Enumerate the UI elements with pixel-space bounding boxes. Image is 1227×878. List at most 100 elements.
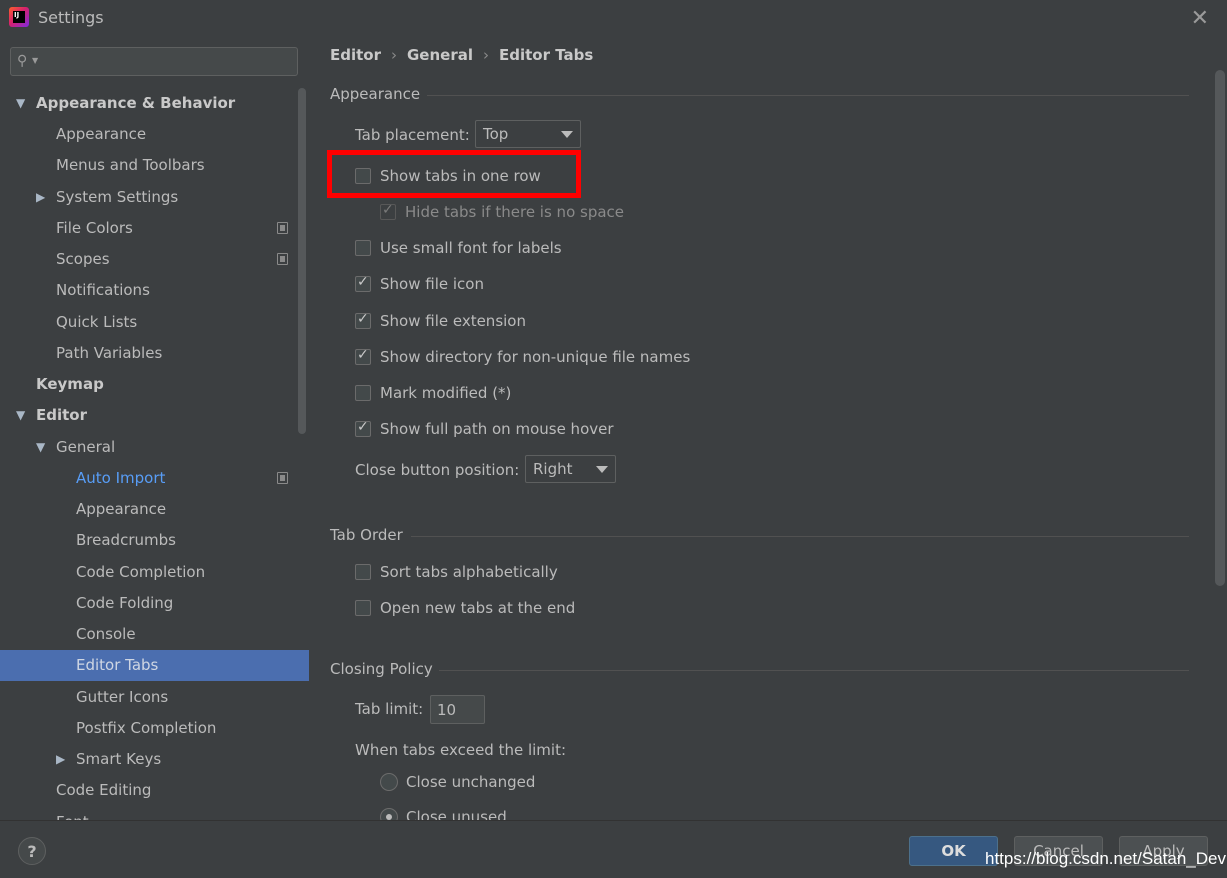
section-divider	[411, 536, 1189, 537]
sidebar-item-smart-keys[interactable]: ▶ Smart Keys	[0, 744, 300, 775]
title-bar: IJ Settings ✕	[0, 0, 1227, 36]
show-full-path-checkbox[interactable]	[355, 419, 371, 437]
open-at-end-label[interactable]: Open new tabs at the end	[380, 599, 575, 617]
close-unchanged-radio[interactable]	[380, 773, 398, 791]
expanded-arrow-icon[interactable]: ▼	[36, 432, 50, 463]
tab-placement-value: Top	[483, 125, 509, 143]
breadcrumb-general[interactable]: General	[407, 46, 473, 64]
mark-modified-checkbox[interactable]	[355, 385, 371, 401]
breadcrumb: Editor › General › Editor Tabs	[330, 46, 593, 64]
sidebar-item-breadcrumbs[interactable]: Breadcrumbs	[0, 525, 300, 556]
hide-tabs-no-space-checkbox[interactable]	[380, 202, 396, 220]
sidebar-item-label: Quick Lists	[56, 313, 138, 331]
breadcrumb-editor-tabs: Editor Tabs	[499, 46, 594, 64]
show-directory-label[interactable]: Show directory for non-unique file names	[380, 348, 690, 366]
hide-tabs-no-space-label[interactable]: Hide tabs if there is no space	[405, 203, 624, 221]
sidebar-item-general[interactable]: ▼ General	[0, 432, 300, 463]
sort-alphabetically-checkbox[interactable]	[355, 564, 371, 580]
show-directory-checkbox[interactable]	[355, 347, 371, 365]
sidebar-item-gutter-icons[interactable]: Gutter Icons	[0, 682, 300, 713]
search-input[interactable]	[43, 51, 293, 72]
sidebar-item-label: Editor	[36, 406, 87, 424]
show-file-extension-label[interactable]: Show file extension	[380, 312, 526, 330]
sidebar-item-scopes[interactable]: Scopes	[0, 244, 300, 275]
show-file-icon-checkbox[interactable]	[355, 274, 371, 292]
sidebar-item-appearance[interactable]: Appearance	[0, 119, 300, 150]
breadcrumb-separator: ›	[391, 46, 397, 64]
show-tabs-one-row-checkbox[interactable]	[355, 168, 371, 184]
sidebar-item-label: Smart Keys	[76, 750, 162, 768]
tab-limit-input[interactable]	[437, 700, 483, 720]
section-divider	[427, 95, 1189, 96]
sidebar-item-file-colors[interactable]: File Colors	[0, 213, 300, 244]
sidebar-item-postfix-completion[interactable]: Postfix Completion	[0, 713, 300, 744]
breadcrumb-editor[interactable]: Editor	[330, 46, 381, 64]
sidebar-item-quick-lists[interactable]: Quick Lists	[0, 307, 300, 338]
sidebar-item-editor-tabs[interactable]: Editor Tabs	[0, 650, 309, 681]
tab-placement-select[interactable]: Top	[475, 120, 581, 148]
settings-sidebar: ⚲ ▼ ▼ Appearance & Behavior Appearance M…	[0, 36, 309, 820]
help-button[interactable]: ?	[18, 837, 46, 865]
tab-limit-field[interactable]	[430, 695, 485, 724]
sidebar-item-editor[interactable]: ▼ Editor	[0, 400, 300, 431]
watermark-text: https://blog.csdn.net/Satan_Devil	[985, 849, 1227, 868]
sidebar-item-label: System Settings	[56, 188, 179, 206]
project-settings-icon	[277, 222, 288, 234]
close-unused-radio[interactable]	[380, 808, 398, 820]
dropdown-arrow-icon	[561, 131, 573, 138]
dropdown-arrow-icon	[596, 466, 608, 473]
sidebar-item-appearance-behavior[interactable]: ▼ Appearance & Behavior	[0, 88, 300, 119]
appearance-heading: Appearance	[330, 85, 421, 103]
sidebar-item-label: Appearance & Behavior	[36, 94, 236, 112]
show-file-icon-label[interactable]: Show file icon	[380, 275, 484, 293]
show-full-path-label[interactable]: Show full path on mouse hover	[380, 420, 614, 438]
sidebar-item-label: Font	[56, 807, 89, 820]
sidebar-item-console[interactable]: Console	[0, 619, 300, 650]
sidebar-item-code-completion[interactable]: Code Completion	[0, 557, 300, 588]
tab-limit-label: Tab limit:	[355, 700, 424, 718]
sidebar-item-auto-import[interactable]: Auto Import	[0, 463, 300, 494]
sidebar-item-label: General	[56, 438, 116, 456]
close-icon[interactable]: ✕	[1191, 6, 1209, 31]
sidebar-item-notifications[interactable]: Notifications	[0, 275, 300, 306]
sidebar-item-label: Code Completion	[76, 563, 206, 581]
sidebar-item-code-folding[interactable]: Code Folding	[0, 588, 300, 619]
sidebar-item-label: Editor Tabs	[76, 656, 159, 674]
window-title: Settings	[38, 8, 104, 27]
sidebar-item-label: Notifications	[56, 281, 150, 299]
close-unused-label[interactable]: Close unused	[406, 808, 507, 820]
exceed-limit-label: When tabs exceed the limit:	[355, 741, 567, 759]
collapsed-arrow-icon[interactable]: ▶	[56, 744, 70, 775]
open-at-end-checkbox[interactable]	[355, 600, 371, 616]
project-settings-icon	[277, 253, 288, 265]
intellij-logo-icon: IJ	[9, 7, 29, 27]
sidebar-item-code-editing[interactable]: Code Editing	[0, 775, 300, 806]
sidebar-scrollbar[interactable]	[298, 88, 306, 434]
expanded-arrow-icon[interactable]: ▼	[16, 400, 30, 431]
dialog-footer: ? OK Cancel Apply https://blog.csdn.net/…	[0, 820, 1227, 878]
mark-modified-label[interactable]: Mark modified (*)	[380, 384, 511, 402]
sidebar-item-keymap[interactable]: Keymap	[0, 369, 300, 400]
close-button-position-select[interactable]: Right	[525, 455, 616, 483]
sidebar-item-path-variables[interactable]: Path Variables	[0, 338, 300, 369]
sidebar-item-system-settings[interactable]: ▶ System Settings	[0, 182, 300, 213]
small-font-label[interactable]: Use small font for labels	[380, 239, 562, 257]
sidebar-item-label: File Colors	[56, 219, 133, 237]
sidebar-item-menus-toolbars[interactable]: Menus and Toolbars	[0, 150, 300, 181]
sidebar-item-label: Menus and Toolbars	[56, 156, 205, 174]
small-font-checkbox[interactable]	[355, 240, 371, 256]
show-file-extension-checkbox[interactable]	[355, 311, 371, 329]
sidebar-item-label: Appearance	[56, 125, 147, 143]
search-box[interactable]: ⚲ ▼	[10, 47, 298, 76]
sidebar-item-font[interactable]: Font	[0, 807, 300, 820]
search-options-icon[interactable]: ▼	[32, 56, 38, 65]
close-unchanged-label[interactable]: Close unchanged	[406, 773, 535, 791]
content-scrollbar[interactable]	[1215, 70, 1225, 586]
expanded-arrow-icon[interactable]: ▼	[16, 88, 30, 119]
sort-alphabetically-label[interactable]: Sort tabs alphabetically	[380, 563, 558, 581]
collapsed-arrow-icon[interactable]: ▶	[36, 182, 50, 213]
sidebar-item-label: Console	[76, 625, 136, 643]
closing-policy-heading: Closing Policy	[330, 660, 433, 678]
sidebar-item-editor-appearance[interactable]: Appearance	[0, 494, 300, 525]
show-tabs-one-row-label[interactable]: Show tabs in one row	[380, 167, 541, 185]
